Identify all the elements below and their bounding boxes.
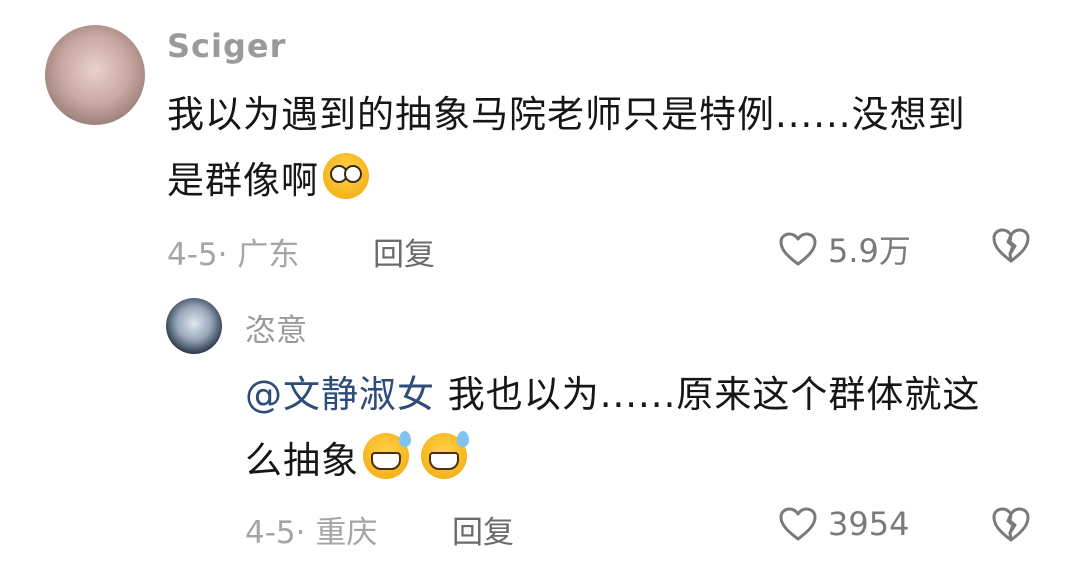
dislike-button[interactable]	[990, 226, 1032, 268]
comment-username[interactable]: Sciger	[167, 27, 286, 65]
mention-link[interactable]: @文静淑女	[245, 373, 435, 416]
avatar[interactable]	[45, 25, 145, 125]
broken-heart-icon	[992, 507, 1030, 542]
reply-like-count: 3954	[828, 505, 910, 543]
reply-button[interactable]: 回复	[373, 229, 435, 274]
reply-username[interactable]: 恣意	[245, 305, 307, 350]
reply-text: @文静淑女 我也以为......原来这个群体就这 么抽象	[245, 362, 1045, 494]
like-count: 5.9万	[828, 232, 911, 270]
heart-icon	[779, 507, 817, 541]
reply-avatar[interactable]	[166, 298, 222, 354]
reply-reply-button[interactable]: 回复	[452, 507, 514, 552]
comment-text: 我以为遇到的抽象马院老师只是特例......没想到 是群像啊	[167, 82, 1027, 214]
flushed-face-emoji-icon	[323, 153, 369, 199]
like-button[interactable]: 5.9万	[778, 226, 911, 272]
comment-text-line1: 我以为遇到的抽象马院老师只是特例......没想到	[167, 93, 966, 136]
comment-text-line2: 是群像啊	[167, 159, 319, 202]
comment-date-location: 4-5· 广东	[167, 237, 300, 273]
grinning-sweat-emoji-icon	[421, 431, 469, 479]
heart-icon	[779, 232, 817, 266]
grinning-sweat-emoji-icon	[363, 431, 411, 479]
reply-date-location: 4-5· 重庆	[245, 515, 378, 551]
reply-text-line2: 么抽象	[245, 439, 359, 482]
broken-heart-icon	[992, 228, 1030, 263]
reply-text-line1: 我也以为......原来这个群体就这	[435, 373, 981, 416]
reply-dislike-button[interactable]	[990, 505, 1032, 547]
reply-like-button[interactable]: 3954	[778, 505, 909, 543]
